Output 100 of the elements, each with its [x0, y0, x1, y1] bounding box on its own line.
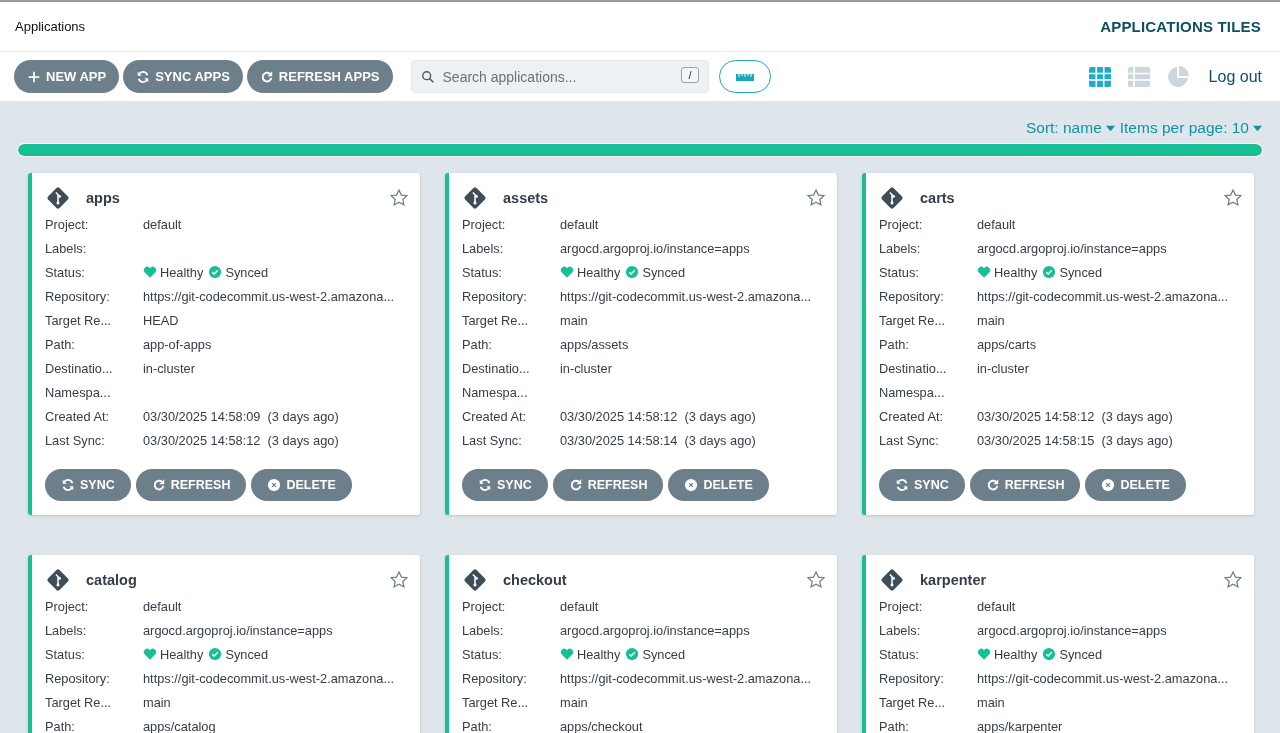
field-value: HEAD — [143, 312, 179, 328]
logout-link[interactable]: Log out — [1208, 67, 1262, 86]
field-label: Last Sync: — [45, 432, 106, 448]
field-value: main — [560, 694, 588, 710]
app-name[interactable]: carts — [920, 190, 1223, 206]
field-label: Target Re... — [462, 694, 530, 710]
sync-icon — [61, 478, 75, 492]
card-action-button[interactable]: SYNC — [462, 469, 548, 501]
heart-icon — [143, 265, 157, 279]
refresh-icon — [151, 478, 166, 492]
field-label: Status: — [462, 264, 503, 280]
field-label: Status: — [45, 646, 86, 662]
field-label: Repository: — [45, 670, 111, 686]
close-icon — [684, 478, 699, 492]
health-status: Healthy — [994, 264, 1038, 280]
card-action-button[interactable]: DELETE — [1085, 469, 1186, 501]
field-label: Namespa... — [45, 384, 112, 400]
field-label: Path: — [45, 336, 76, 352]
star-icon[interactable] — [806, 188, 826, 208]
toolbar-button[interactable]: NEW APP — [14, 60, 120, 93]
field-label: Path: — [879, 336, 910, 352]
field-value: default — [560, 598, 599, 614]
card-action-button[interactable]: REFRESH — [552, 469, 664, 501]
app-name[interactable]: apps — [86, 190, 389, 206]
field-value: in-cluster — [143, 360, 195, 376]
star-icon[interactable] — [806, 570, 826, 590]
field-label: Path: — [45, 718, 76, 733]
heart-icon — [977, 265, 991, 279]
app-name[interactable]: checkout — [503, 572, 806, 588]
refresh-icon — [259, 69, 274, 84]
field-label: Target Re... — [45, 694, 113, 710]
star-icon[interactable] — [1223, 188, 1243, 208]
card-action-button[interactable]: DELETE — [668, 469, 769, 501]
field-value: default — [977, 216, 1016, 232]
field-value: argocd.argoproj.io/instance=apps — [560, 622, 750, 638]
star-icon[interactable] — [389, 188, 409, 208]
field-label: Status: — [879, 646, 920, 662]
heart-icon — [560, 265, 574, 279]
field-value: https://git-codecommit.us-west-2.amazona... — [560, 288, 812, 304]
field-label: Labels: — [879, 622, 922, 638]
sort-dropdown[interactable]: Sort: name — [1025, 119, 1116, 137]
field-value: argocd.argoproj.io/instance=apps — [560, 240, 750, 256]
field-value: default — [977, 598, 1016, 614]
field-value: https://git-codecommit.us-west-2.amazona... — [560, 670, 812, 686]
card-action-button[interactable]: DELETE — [251, 469, 352, 501]
card-action-button[interactable]: SYNC — [45, 469, 131, 501]
field-value: https://git-codecommit.us-west-2.amazona... — [143, 288, 395, 304]
field-label: Target Re... — [879, 312, 947, 328]
field-label: Path: — [462, 336, 493, 352]
field-value: apps/assets — [560, 336, 629, 352]
card-action-button[interactable]: REFRESH — [135, 469, 247, 501]
field-value: https://git-codecommit.us-west-2.amazona... — [977, 670, 1229, 686]
heart-icon — [143, 647, 157, 661]
items-per-page-dropdown[interactable]: Items per page: 10 — [1119, 119, 1263, 137]
health-status: Healthy — [577, 646, 621, 662]
field-label: Labels: — [462, 622, 505, 638]
toolbar-button[interactable]: SYNC APPS — [123, 60, 243, 93]
field-label: Labels: — [45, 622, 88, 638]
field-label: Path: — [879, 718, 910, 733]
field-value: 03/30/2025 14:58:14 (3 days ago) — [560, 432, 756, 448]
star-icon[interactable] — [389, 570, 409, 590]
field-label: Created At: — [462, 408, 528, 424]
view-grid-button[interactable] — [1086, 64, 1113, 89]
field-label: Labels: — [462, 240, 505, 256]
field-value: argocd.argoproj.io/instance=apps — [977, 240, 1167, 256]
field-label: Last Sync: — [879, 432, 940, 448]
field-label: Labels: — [879, 240, 922, 256]
field-value: 03/30/2025 14:58:12 (3 days ago) — [560, 408, 756, 424]
field-value: in-cluster — [560, 360, 612, 376]
sync-icon — [136, 69, 151, 84]
app-name[interactable]: catalog — [86, 572, 389, 588]
sync-status: Synced — [1059, 264, 1103, 280]
field-label: Labels: — [45, 240, 88, 256]
toolbar-button[interactable]: REFRESH APPS — [246, 60, 393, 93]
field-value: main — [977, 694, 1005, 710]
field-label: Destinatio... — [879, 360, 948, 376]
field-label: Target Re... — [879, 694, 947, 710]
field-value: 03/30/2025 14:58:09 (3 days ago) — [143, 408, 339, 424]
plus-icon — [27, 69, 41, 84]
star-icon[interactable] — [1223, 570, 1243, 590]
close-icon — [1101, 478, 1116, 492]
check-circle-icon — [1042, 647, 1057, 661]
field-value: apps/catalog — [143, 718, 216, 733]
field-value: apps/karpenter — [977, 718, 1063, 733]
field-label: Destinatio... — [45, 360, 114, 376]
field-value: argocd.argoproj.io/instance=apps — [977, 622, 1167, 638]
app-name[interactable]: assets — [503, 190, 806, 206]
health-status: Healthy — [160, 646, 204, 662]
card-action-button[interactable]: REFRESH — [969, 469, 1081, 501]
field-label: Target Re... — [45, 312, 113, 328]
field-value: main — [143, 694, 171, 710]
field-label: Project: — [879, 598, 924, 614]
view-title: APPLICATIONS TILES — [1100, 18, 1261, 35]
health-status: Healthy — [160, 264, 204, 280]
field-value: 03/30/2025 14:58:12 (3 days ago) — [977, 408, 1173, 424]
field-label: Namespa... — [462, 384, 529, 400]
card-action-button[interactable]: SYNC — [879, 469, 965, 501]
check-circle-icon — [1042, 265, 1057, 279]
filter-button[interactable] — [718, 60, 771, 93]
app-name[interactable]: karpenter — [920, 572, 1223, 588]
